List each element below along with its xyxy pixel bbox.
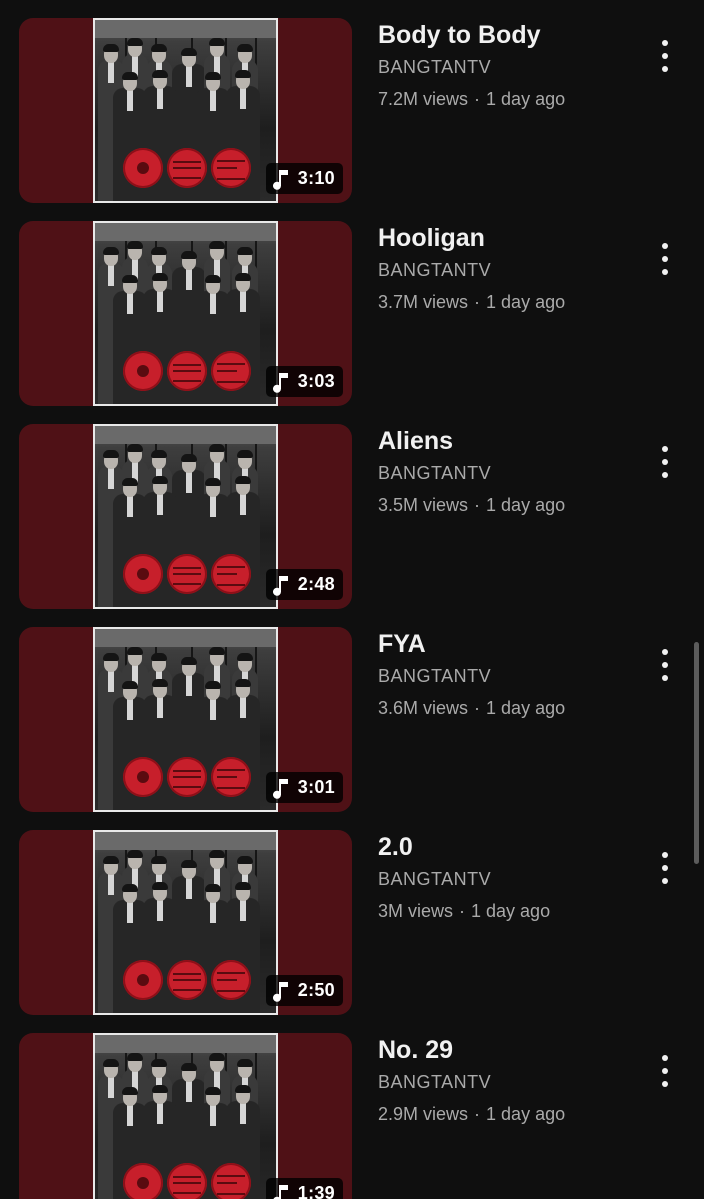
video-stats: 3M views · 1 day ago xyxy=(378,900,648,922)
duration-text: 2:50 xyxy=(297,980,335,1000)
separator-dot: · xyxy=(474,89,481,109)
duration-text: 2:48 xyxy=(297,574,335,594)
video-item[interactable]: 3:03 Hooligan BANGTANTV 3.7M views · 1 day… xyxy=(0,221,690,424)
duration-text: 3:10 xyxy=(297,168,335,188)
video-item[interactable]: 1:39 No. 29 BANGTANTV 2.9M views · 1 day a… xyxy=(0,1033,690,1199)
video-meta: 2.0 BANGTANTV 3M views · 1 day ago xyxy=(378,830,648,922)
duration-badge: 2:48 xyxy=(265,569,343,600)
upload-age: 1 day ago xyxy=(486,1104,566,1124)
separator-dot: · xyxy=(474,1104,481,1124)
duration-text: 3:01 xyxy=(297,777,335,797)
duration-badge: 3:01 xyxy=(265,772,343,803)
view-count: 3M views xyxy=(378,901,454,921)
more-vertical-icon[interactable] xyxy=(652,243,678,275)
video-stats: 7.2M views · 1 day ago xyxy=(378,88,648,110)
video-stats: 3.6M views · 1 day ago xyxy=(378,697,648,719)
channel-name[interactable]: BANGTANTV xyxy=(378,1071,648,1093)
view-count: 3.7M views xyxy=(378,292,469,312)
more-vertical-icon[interactable] xyxy=(652,852,678,884)
upload-age: 1 day ago xyxy=(486,89,566,109)
video-item[interactable]: 2:50 2.0 BANGTANTV 3M views · 1 day ago xyxy=(0,830,690,1033)
video-title[interactable]: Body to Body xyxy=(378,20,648,50)
video-title[interactable]: 2.0 xyxy=(378,832,648,862)
video-thumbnail[interactable]: 2:48 xyxy=(19,424,352,609)
view-count: 3.6M views xyxy=(378,698,469,718)
album-cover-image xyxy=(93,18,278,203)
channel-name[interactable]: BANGTANTV xyxy=(378,868,648,890)
video-title[interactable]: No. 29 xyxy=(378,1035,648,1065)
video-title[interactable]: FYA xyxy=(378,629,648,659)
channel-name[interactable]: BANGTANTV xyxy=(378,665,648,687)
album-cover-image xyxy=(93,1033,278,1199)
video-thumbnail[interactable]: 3:01 xyxy=(19,627,352,812)
video-thumbnail[interactable]: 2:50 xyxy=(19,830,352,1015)
video-stats: 2.9M views · 1 day ago xyxy=(378,1103,648,1125)
music-note-icon xyxy=(272,574,290,596)
scrollbar[interactable] xyxy=(694,642,699,864)
separator-dot: · xyxy=(459,901,466,921)
channel-name[interactable]: BANGTANTV xyxy=(378,462,648,484)
video-meta: Body to Body BANGTANTV 7.2M views · 1 day … xyxy=(378,18,648,110)
more-vertical-icon[interactable] xyxy=(652,1055,678,1087)
more-vertical-icon[interactable] xyxy=(652,649,678,681)
view-count: 7.2M views xyxy=(378,89,469,109)
video-item[interactable]: 3:10 Body to Body BANGTANTV 7.2M views · 1… xyxy=(0,18,690,221)
video-item[interactable]: 2:48 Aliens BANGTANTV 3.5M views · 1 day a… xyxy=(0,424,690,627)
album-cover-image xyxy=(93,830,278,1015)
duration-badge: 2:50 xyxy=(265,975,343,1006)
music-note-icon xyxy=(272,1183,290,1199)
video-stats: 3.7M views · 1 day ago xyxy=(378,291,648,313)
upload-age: 1 day ago xyxy=(471,901,551,921)
music-note-icon xyxy=(272,371,290,393)
music-note-icon xyxy=(272,777,290,799)
duration-badge: 3:03 xyxy=(265,366,343,397)
more-vertical-icon[interactable] xyxy=(652,40,678,72)
video-meta: FYA BANGTANTV 3.6M views · 1 day ago xyxy=(378,627,648,719)
album-cover-image xyxy=(93,627,278,812)
video-title[interactable]: Hooligan xyxy=(378,223,648,253)
view-count: 2.9M views xyxy=(378,1104,469,1124)
video-meta: No. 29 BANGTANTV 2.9M views · 1 day ago xyxy=(378,1033,648,1125)
duration-text: 1:39 xyxy=(297,1183,335,1199)
more-vertical-icon[interactable] xyxy=(652,446,678,478)
album-cover-image xyxy=(93,221,278,406)
video-thumbnail[interactable]: 1:39 xyxy=(19,1033,352,1199)
music-note-icon xyxy=(272,980,290,1002)
separator-dot: · xyxy=(474,698,481,718)
upload-age: 1 day ago xyxy=(486,495,566,515)
duration-text: 3:03 xyxy=(297,371,335,391)
video-title[interactable]: Aliens xyxy=(378,426,648,456)
upload-age: 1 day ago xyxy=(486,292,566,312)
video-meta: Aliens BANGTANTV 3.5M views · 1 day ago xyxy=(378,424,648,516)
channel-name[interactable]: BANGTANTV xyxy=(378,56,648,78)
video-item[interactable]: 3:01 FYA BANGTANTV 3.6M views · 1 day ago xyxy=(0,627,690,830)
duration-badge: 1:39 xyxy=(265,1178,343,1199)
channel-name[interactable]: BANGTANTV xyxy=(378,259,648,281)
separator-dot: · xyxy=(474,495,481,515)
video-meta: Hooligan BANGTANTV 3.7M views · 1 day ago xyxy=(378,221,648,313)
album-cover-image xyxy=(93,424,278,609)
view-count: 3.5M views xyxy=(378,495,469,515)
upload-age: 1 day ago xyxy=(486,698,566,718)
video-stats: 3.5M views · 1 day ago xyxy=(378,494,648,516)
duration-badge: 3:10 xyxy=(265,163,343,194)
video-thumbnail[interactable]: 3:03 xyxy=(19,221,352,406)
separator-dot: · xyxy=(474,292,481,312)
video-thumbnail[interactable]: 3:10 xyxy=(19,18,352,203)
music-note-icon xyxy=(272,168,290,190)
video-list: 3:10 Body to Body BANGTANTV 7.2M views · 1… xyxy=(0,0,704,1199)
